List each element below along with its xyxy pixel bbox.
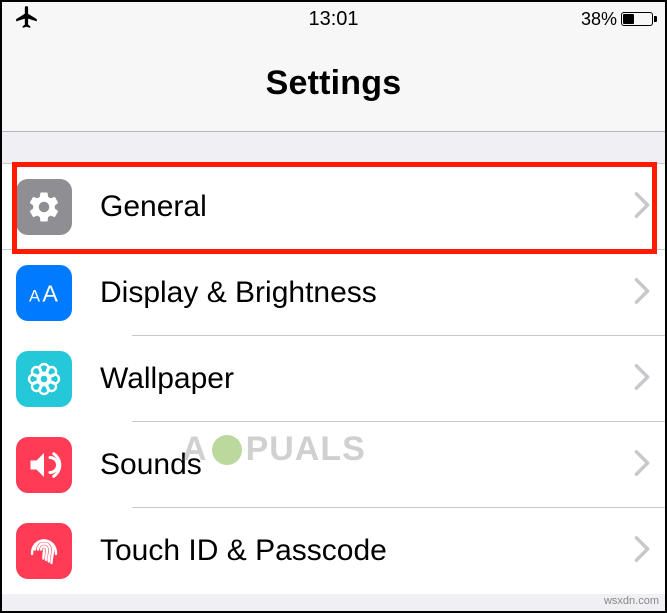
- section-gap: [2, 132, 665, 164]
- battery-indicator: 38%: [581, 9, 653, 30]
- svg-text:A: A: [29, 286, 41, 305]
- row-wallpaper[interactable]: Wallpaper: [2, 336, 665, 422]
- chevron-right-icon: [633, 191, 651, 224]
- battery-percent: 38%: [581, 9, 617, 30]
- row-label-display: Display & Brightness: [100, 276, 625, 310]
- svg-text:A: A: [42, 280, 58, 306]
- row-touchid-passcode[interactable]: Touch ID & Passcode: [2, 508, 665, 594]
- fingerprint-icon: [16, 523, 72, 579]
- status-bar: 13:01 38%: [2, 2, 665, 36]
- nav-bar: Settings: [2, 36, 665, 132]
- row-label-general: General: [100, 190, 625, 224]
- row-label-sounds: Sounds: [100, 448, 625, 482]
- flower-icon: [16, 351, 72, 407]
- row-label-touchid: Touch ID & Passcode: [100, 534, 625, 568]
- gear-icon: [16, 179, 72, 235]
- chevron-right-icon: [633, 277, 651, 310]
- chevron-right-icon: [633, 449, 651, 482]
- speaker-icon: [16, 437, 72, 493]
- chevron-right-icon: [633, 363, 651, 396]
- row-display-brightness[interactable]: AA Display & Brightness: [2, 250, 665, 336]
- battery-icon: [621, 12, 653, 26]
- chevron-right-icon: [633, 535, 651, 568]
- text-size-icon: AA: [16, 265, 72, 321]
- row-general[interactable]: General: [2, 164, 665, 250]
- airplane-mode-icon: [14, 4, 40, 35]
- row-label-wallpaper: Wallpaper: [100, 362, 625, 396]
- row-sounds[interactable]: Sounds: [2, 422, 665, 508]
- page-title: Settings: [266, 64, 402, 103]
- status-time: 13:01: [2, 8, 665, 31]
- source-tag: wsxdn.com: [604, 595, 659, 607]
